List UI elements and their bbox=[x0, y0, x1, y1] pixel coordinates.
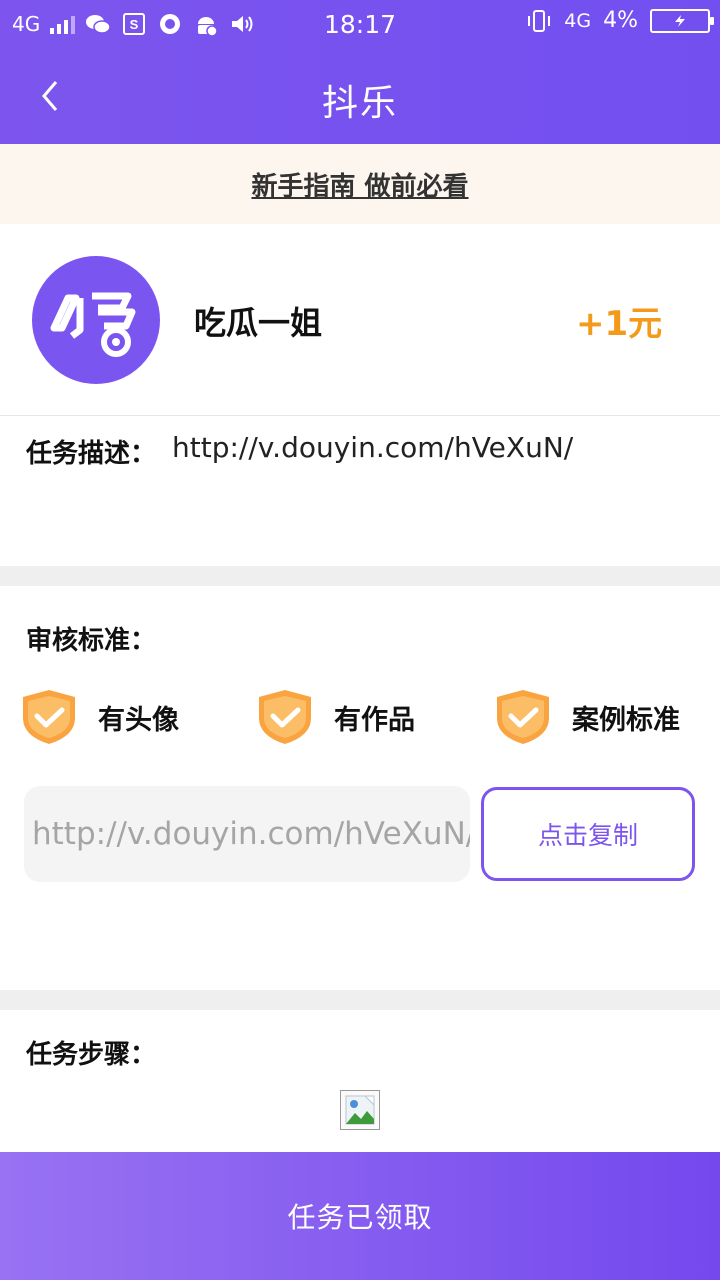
criterion-avatar: 有头像 bbox=[20, 688, 179, 746]
battery-icon bbox=[650, 8, 714, 33]
header: 4G S 18:17 4G 4% 抖乐 bbox=[0, 0, 720, 144]
description-value: http://v.douyin.com/hVeXuN/ bbox=[172, 431, 574, 464]
shield-check-icon bbox=[497, 690, 549, 744]
criterion-works: 有作品 bbox=[256, 688, 415, 746]
nav-bar: 抖乐 bbox=[0, 52, 720, 144]
review-label: 审核标准： bbox=[26, 626, 157, 656]
criterion-label: 有头像 bbox=[98, 704, 179, 736]
guide-banner: 新手指南 做前必看 bbox=[0, 144, 720, 224]
copy-button[interactable]: 点击复制 bbox=[481, 787, 695, 881]
section-divider bbox=[0, 990, 720, 1010]
shield-check-icon bbox=[259, 690, 311, 744]
task-name: 吃瓜一姐 bbox=[194, 304, 323, 342]
status-right: 4G 4% bbox=[526, 8, 714, 33]
criterion-label: 案例标准 bbox=[572, 704, 680, 736]
logo-icon bbox=[50, 292, 136, 357]
section-divider bbox=[0, 566, 720, 586]
reward-amount: +1元 bbox=[576, 304, 663, 344]
description-label: 任务描述： bbox=[26, 439, 157, 469]
vibrate-icon bbox=[526, 9, 552, 33]
criterion-label: 有作品 bbox=[334, 704, 415, 736]
network-right-label: 4G bbox=[564, 9, 592, 32]
broken-image-icon bbox=[340, 1090, 380, 1130]
shield-check-icon bbox=[23, 690, 75, 744]
avatar bbox=[32, 256, 160, 384]
page-title: 抖乐 bbox=[321, 83, 398, 124]
status-bar: 4G S 18:17 4G 4% bbox=[0, 0, 720, 52]
task-claimed-button[interactable]: 任务已领取 bbox=[0, 1152, 720, 1280]
steps-label: 任务步骤： bbox=[26, 1040, 157, 1070]
task-description: 任务描述： http://v.douyin.com/hVeXuN/ bbox=[0, 417, 720, 566]
guide-link[interactable]: 新手指南 做前必看 bbox=[251, 166, 468, 203]
task-header: 吃瓜一姐 +1元 bbox=[0, 224, 720, 416]
link-field-box bbox=[24, 786, 470, 882]
criterion-example: 案例标准 bbox=[494, 688, 680, 746]
battery-percent: 4% bbox=[603, 8, 638, 33]
link-input[interactable] bbox=[32, 816, 470, 852]
